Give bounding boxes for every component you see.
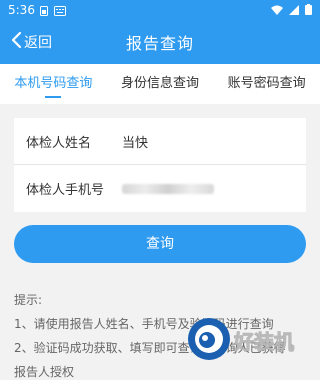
status-bar: 5:36	[0, 0, 320, 22]
query-form: 体检人姓名 当快 体检人手机号	[14, 118, 306, 212]
phone-field[interactable]	[122, 183, 214, 194]
signal-icon	[289, 4, 299, 18]
tab-local-number[interactable]: 本机号码查询	[0, 64, 107, 104]
watermark-text: 好装机	[234, 330, 295, 355]
query-button[interactable]: 查询	[14, 225, 306, 263]
phone-label: 体检人手机号	[26, 183, 105, 198]
phone-row: 体检人手机号	[14, 165, 306, 212]
name-field[interactable]: 当快	[122, 132, 148, 151]
status-right-icons	[271, 4, 312, 18]
nav-bar: 返回 报告查询	[0, 22, 320, 62]
wifi-icon	[271, 4, 283, 18]
notification-icons	[40, 5, 66, 19]
sim-icon	[40, 5, 48, 19]
battery-icon	[305, 4, 312, 18]
page-title: 报告查询	[125, 34, 194, 53]
tips-title: 提示:	[14, 293, 43, 307]
query-tabs: 本机号码查询 身份信息查询 账号密码查询	[0, 64, 320, 104]
keyboard-icon	[54, 5, 66, 19]
watermark-logo-icon	[188, 318, 230, 360]
tab-account-password[interactable]: 账号密码查询	[213, 64, 320, 104]
tab-id-info[interactable]: 身份信息查询	[107, 64, 214, 104]
name-label: 体检人姓名	[26, 135, 92, 151]
app-header: 5:36 返回 报告查询	[0, 0, 320, 64]
watermark: 好装机	[186, 316, 316, 376]
status-time: 5:36	[8, 3, 35, 17]
name-row: 体检人姓名 当快	[14, 118, 306, 165]
